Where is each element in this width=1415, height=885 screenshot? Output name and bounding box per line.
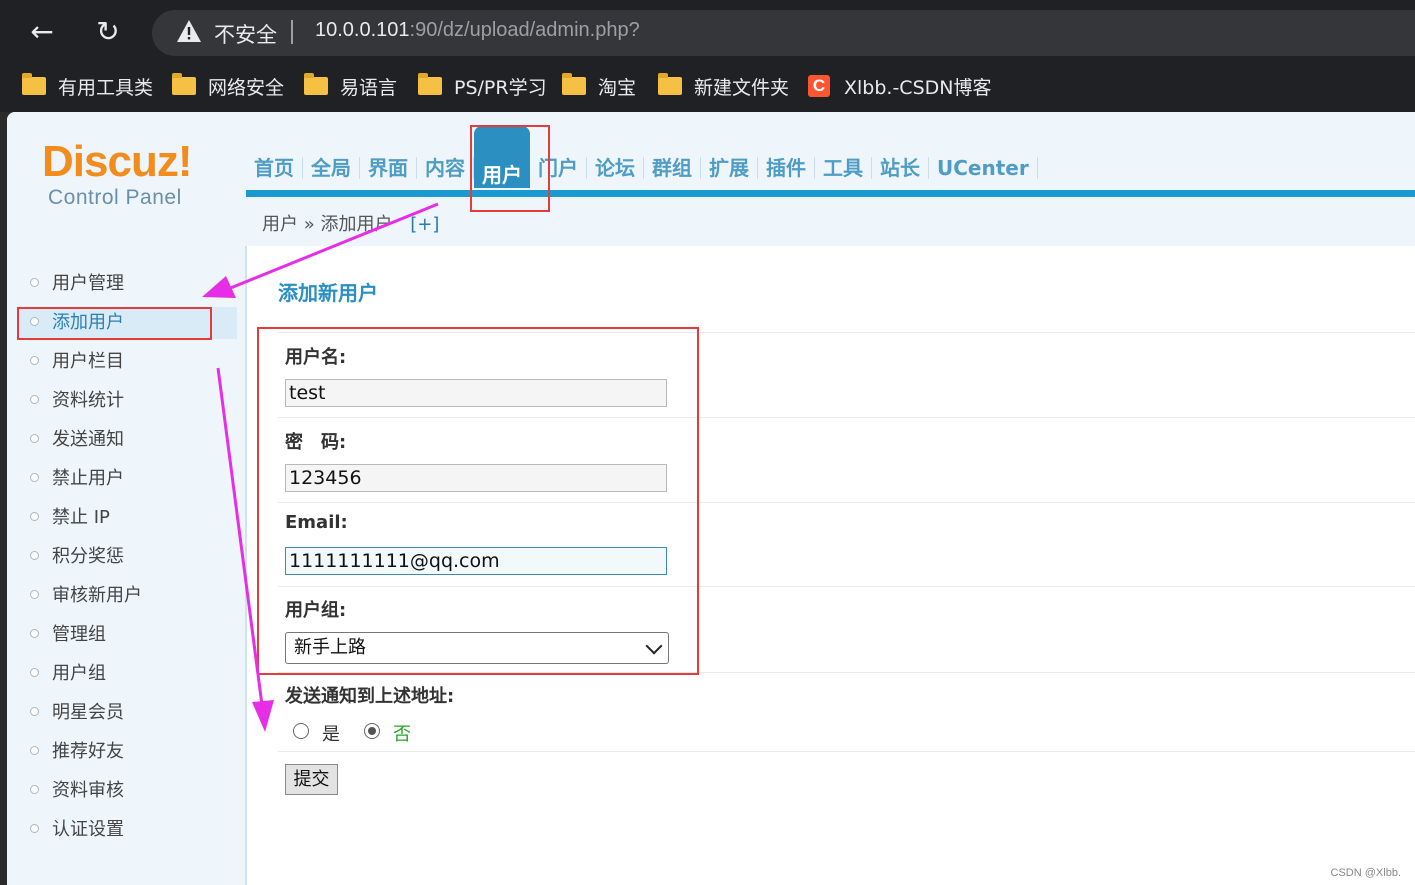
annotation-arrow-to-sidebar bbox=[227, 202, 439, 291]
annotation-arrow-to-form bbox=[216, 367, 264, 706]
arrow-head-icon bbox=[252, 700, 274, 732]
annotation-arrows bbox=[202, 202, 439, 732]
arrow-head-icon bbox=[202, 276, 236, 298]
